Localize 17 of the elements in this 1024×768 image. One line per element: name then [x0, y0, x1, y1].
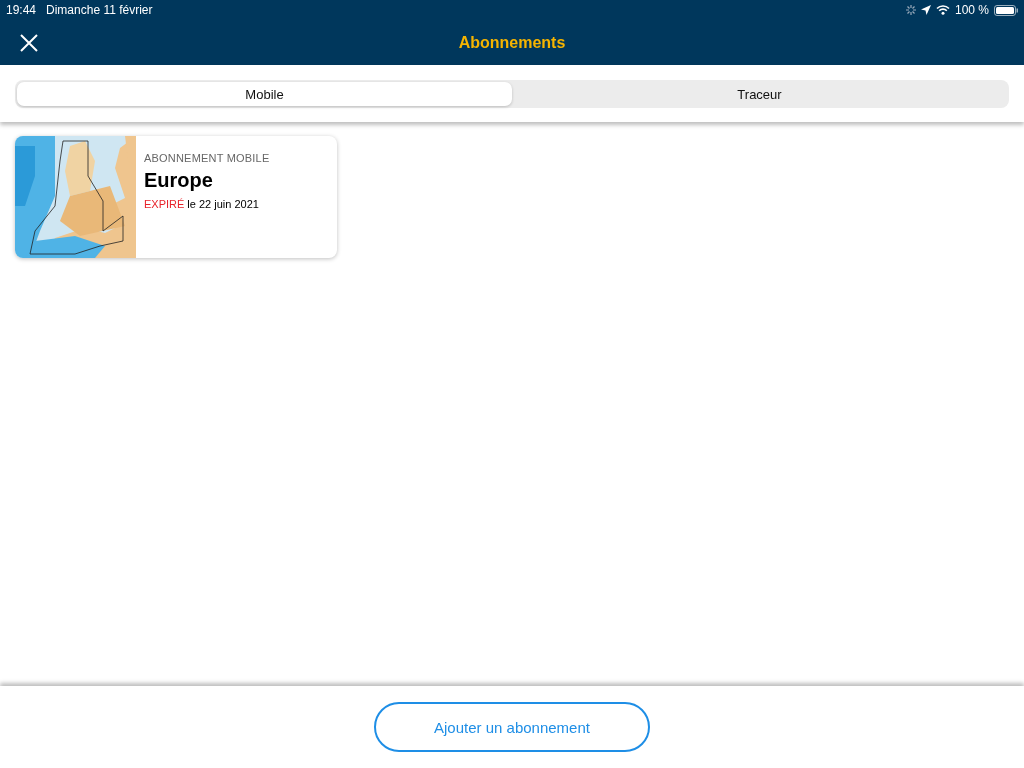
- subscription-name: Europe: [144, 169, 213, 192]
- status-date: Dimanche 11 février: [46, 3, 153, 17]
- expiry-date: le 22 juin 2021: [187, 198, 259, 210]
- subscription-category: ABONNEMENT MOBILE: [144, 152, 270, 164]
- battery-percent: 100 %: [954, 3, 989, 17]
- add-subscription-button[interactable]: Ajouter un abonnement: [374, 702, 650, 752]
- close-button[interactable]: [18, 31, 40, 54]
- tab[interactable]: Mobile: [17, 82, 512, 106]
- page-title: Abonnements: [458, 33, 566, 51]
- status-label: EXPIRÉ: [144, 198, 185, 210]
- wifi-icon: [935, 5, 950, 15]
- battery-icon: [994, 4, 1018, 16]
- subscription-card[interactable]: ABONNEMENT MOBILE Europe EXPIRÉ le 22 juin 2021: [15, 136, 337, 258]
- status-time: 19:44: [6, 3, 37, 17]
- tab[interactable]: Traceur: [512, 82, 1007, 106]
- activity-icon: [905, 5, 916, 15]
- location-icon: [920, 5, 931, 15]
